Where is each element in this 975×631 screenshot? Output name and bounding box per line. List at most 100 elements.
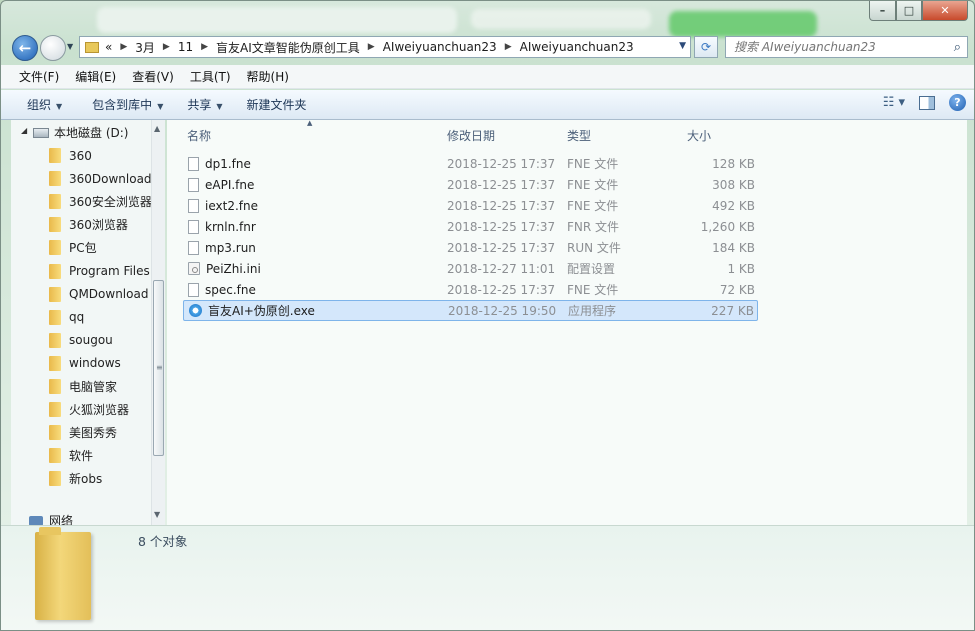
column-size[interactable]: 大小 [687, 127, 711, 144]
tree-folder-label: 电脑管家 [69, 379, 118, 394]
search-box[interactable]: ⌕ [725, 36, 968, 58]
forward-button[interactable] [40, 35, 66, 61]
organize-button[interactable]: 组织 ▼ [15, 96, 74, 113]
file-row[interactable]: 盲友AI+伪原创.exe 2018-12-25 19:50 应用程序 227 KB [183, 300, 758, 321]
file-name-cell: iext2.fne [188, 198, 258, 213]
chevron-right-icon[interactable]: ▶ [163, 42, 170, 52]
refresh-icon: ⟳ [700, 40, 712, 54]
include-library-button[interactable]: 包含到库中 ▼ [80, 96, 175, 113]
chevron-right-icon[interactable]: ▶ [120, 42, 127, 52]
file-icon [188, 240, 199, 255]
tree-folder-item[interactable]: 360 [49, 144, 152, 167]
tree-folder-item[interactable]: qq [49, 306, 152, 329]
file-row[interactable]: dp1.fne 2018-12-25 17:37 FNE 文件 128 KB [183, 153, 758, 174]
view-controls: ☷ ▾ ? [883, 94, 966, 111]
breadcrumb-overflow[interactable]: « [105, 40, 112, 54]
tree-folder-item[interactable]: sougou [49, 329, 152, 352]
file-name-cell: 盲友AI+伪原创.exe [189, 302, 315, 319]
file-date: 2018-12-25 17:37 [447, 177, 556, 192]
address-bar[interactable]: « ▶ 3月 ▶ 11 ▶ 盲友AI文章智能伪原创工具 ▶ AIweiyuanc… [79, 36, 691, 58]
object-count: 8 个对象 [138, 534, 188, 549]
menu-tools[interactable]: 工具(T) [182, 68, 239, 85]
close-button[interactable]: ✕ [922, 1, 968, 21]
chevron-right-icon[interactable]: ▶ [368, 42, 375, 52]
include-library-label: 包含到库中 [92, 98, 153, 112]
breadcrumb-item[interactable]: 3月 [135, 39, 155, 56]
tree-folder-item[interactable]: windows [49, 352, 152, 375]
chevron-down-icon: ▼ [157, 102, 164, 111]
tree-folder-item[interactable]: 新obs [49, 467, 152, 490]
breadcrumb-item[interactable]: AIweiyuanchuan23 [520, 40, 634, 54]
menu-edit[interactable]: 编辑(E) [67, 68, 124, 85]
file-date: 2018-12-25 17:37 [447, 156, 556, 171]
file-date: 2018-12-25 19:50 [448, 303, 557, 318]
scroll-thumb[interactable]: ≡ [153, 280, 164, 456]
recent-pages-dropdown-icon[interactable]: ▼ [67, 42, 73, 51]
grip-icon: ≡ [156, 363, 163, 372]
menu-view[interactable]: 查看(V) [124, 68, 182, 85]
organize-label: 组织 [27, 98, 52, 112]
help-icon[interactable]: ? [949, 94, 966, 111]
folder-icon [49, 402, 61, 418]
explorer-window: – □ ✕ ← ▼ « ▶ 3月 ▶ 11 ▶ 盲友AI文章智能伪原创工具 ▶ … [0, 0, 975, 631]
breadcrumb-item[interactable]: AIweiyuanchuan23 [383, 40, 497, 54]
tree-folder-label: 360浏览器 [69, 218, 128, 233]
tree-folder-item[interactable]: 360Download [49, 167, 152, 190]
breadcrumb-item[interactable]: 11 [178, 40, 193, 54]
tree-folder-item[interactable]: 软件 [49, 444, 152, 467]
file-size: 72 KB [719, 282, 755, 297]
maximize-button[interactable]: □ [896, 1, 922, 21]
tree-folder-item[interactable]: 美图秀秀 [49, 421, 152, 444]
chevron-down-icon[interactable]: ▼ [679, 41, 686, 51]
file-row[interactable]: PeiZhi.ini 2018-12-27 11:01 配置设置 1 KB [183, 258, 758, 279]
file-row[interactable]: spec.fne 2018-12-25 17:37 FNE 文件 72 KB [183, 279, 758, 300]
share-button[interactable]: 共享 ▼ [175, 96, 234, 113]
menu-help[interactable]: 帮助(H) [239, 68, 297, 85]
tree-folder-item[interactable]: 360安全浏览器 [49, 190, 152, 213]
column-name[interactable]: 名称 [187, 127, 211, 144]
folder-icon [49, 263, 61, 279]
drive-icon [33, 127, 49, 138]
breadcrumb-item[interactable]: 盲友AI文章智能伪原创工具 [216, 39, 360, 56]
file-row[interactable]: iext2.fne 2018-12-25 17:37 FNE 文件 492 KB [183, 195, 758, 216]
folder-icon [49, 355, 61, 371]
tree-folder-label: 新obs [69, 472, 103, 487]
tree-folder-item[interactable]: 360浏览器 [49, 213, 152, 236]
tree-folder-label: 软件 [69, 449, 94, 464]
scroll-up-icon[interactable]: ▲ [154, 124, 160, 133]
column-type[interactable]: 类型 [567, 127, 591, 144]
chevron-right-icon[interactable]: ▶ [505, 42, 512, 52]
tree-folder-item[interactable]: QMDownload [49, 283, 152, 306]
column-headers: ▲ 名称 修改日期 类型 大小 [167, 119, 967, 148]
view-options-icon[interactable]: ☷ ▾ [883, 95, 905, 110]
tree-network[interactable]: 网络 [29, 512, 73, 525]
folder-icon [49, 471, 61, 487]
scroll-down-icon[interactable]: ▼ [154, 510, 160, 519]
file-name: iext2.fne [205, 198, 258, 213]
sort-ascending-icon: ▲ [307, 119, 313, 127]
search-input[interactable] [734, 40, 944, 54]
preview-pane-icon[interactable] [919, 95, 935, 110]
menu-file[interactable]: 文件(F) [11, 68, 67, 85]
tree-folder-item[interactable]: Program Files [49, 259, 152, 282]
tree-drive-d[interactable]: ◢ 本地磁盘 (D:) [21, 124, 129, 141]
tree-folder-label: qq [69, 310, 85, 325]
tree-folder-item[interactable]: 火狐浏览器 [49, 398, 152, 421]
file-row[interactable]: eAPI.fne 2018-12-25 17:37 FNE 文件 308 KB [183, 174, 758, 195]
tree-folder-item[interactable]: PC包 [49, 236, 152, 259]
file-icon [188, 156, 199, 171]
tree-folder-item[interactable]: 电脑管家 [49, 375, 152, 398]
file-type: 应用程序 [568, 304, 617, 318]
refresh-button[interactable]: ⟳ [694, 36, 718, 58]
search-icon[interactable]: ⌕ [954, 40, 961, 55]
back-button[interactable]: ← [12, 35, 38, 61]
file-row[interactable]: krnln.fnr 2018-12-25 17:37 FNR 文件 1,260 KB [183, 216, 758, 237]
chevron-right-icon[interactable]: ▶ [201, 42, 208, 52]
collapse-arrow-icon[interactable]: ◢ [21, 126, 27, 135]
minimize-button[interactable]: – [869, 1, 896, 21]
nav-scrollbar[interactable]: ▲ ≡ ▼ [151, 120, 165, 525]
drive-label: 本地磁盘 (D:) [54, 126, 129, 140]
column-date[interactable]: 修改日期 [447, 127, 495, 144]
file-row[interactable]: mp3.run 2018-12-25 17:37 RUN 文件 184 KB [183, 237, 758, 258]
new-folder-button[interactable]: 新建文件夹 [235, 96, 319, 113]
